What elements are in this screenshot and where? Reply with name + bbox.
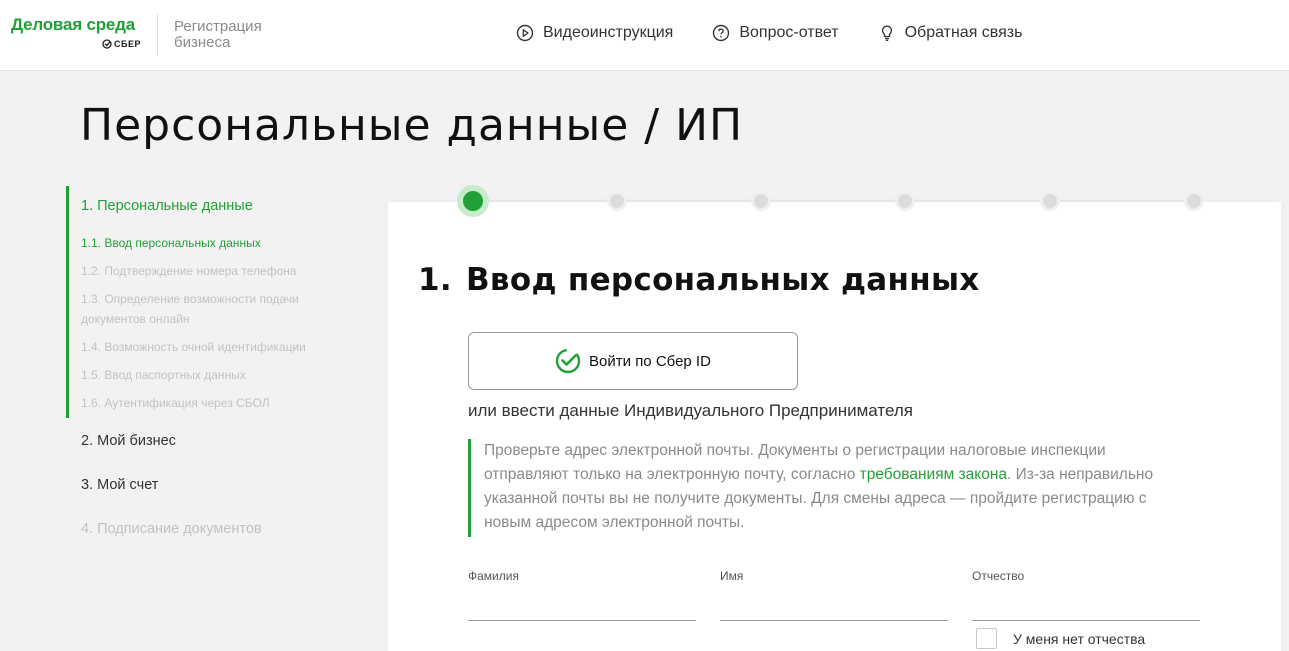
or-enter-data-text: или ввести данные Индивидуального Предпр… <box>468 401 913 420</box>
sber-logo-icon <box>555 348 581 374</box>
sidebar-item-my-account[interactable]: 3. Мой счет <box>81 477 158 493</box>
stepper-step-4 <box>895 191 915 211</box>
sidebar-group-personal: 1. Персональные данные 1.1. Ввод персона… <box>66 186 366 418</box>
logo-divider <box>157 14 158 56</box>
sidebar-sub-item: 1.4. Возможность очной идентификации <box>81 340 306 354</box>
sber-id-login-button[interactable]: Войти по Сбер ID <box>468 332 798 390</box>
sidebar-sub-item: 1.2. Подтверждение номера телефона <box>81 264 297 278</box>
nav-faq[interactable]: Вопрос-ответ <box>712 22 839 44</box>
stepper-step-1 <box>457 185 489 217</box>
play-circle-icon <box>516 24 534 42</box>
logo-subtitle: Регистрация бизнеса <box>174 18 262 51</box>
section-title-text: Ввод персональных данных <box>466 262 980 298</box>
section-title: 1. Ввод персональных данных <box>418 262 980 298</box>
sber-check-icon <box>102 39 112 49</box>
surname-field: Фамилия <box>468 569 696 621</box>
stepper-track <box>473 200 1195 202</box>
name-input[interactable] <box>720 599 948 621</box>
sidebar-item-personal-data[interactable]: 1. Персональные данные <box>81 198 253 214</box>
sidebar-sub-item: 1.6. Аутентификация через СБОЛ <box>81 396 270 410</box>
law-requirements-link[interactable]: требованиям закона <box>860 466 1007 483</box>
no-patronymic-row[interactable]: У меня нет отчества <box>976 628 1145 649</box>
stepper-step-2 <box>607 191 627 211</box>
logo-sber: СБЕР <box>102 39 141 49</box>
sber-id-button-label: Войти по Сбер ID <box>589 352 711 370</box>
sidebar-sub-item[interactable]: 1.1. Ввод персональных данных <box>81 233 331 253</box>
surname-label: Фамилия <box>468 569 519 583</box>
logo-sber-text: СБЕР <box>114 39 141 49</box>
sidebar: 1. Персональные данные 1.1. Ввод персона… <box>66 186 366 537</box>
nav-label: Вопрос-ответ <box>739 24 839 41</box>
nav-video-instruction[interactable]: Видеоинструкция <box>516 22 673 44</box>
lightbulb-icon <box>881 25 892 41</box>
stepper-step-3 <box>751 191 771 211</box>
name-label: Имя <box>720 569 744 583</box>
top-nav: Видеоинструкция Вопрос-ответ Обратная св… <box>516 22 1061 44</box>
surname-input[interactable] <box>468 599 696 621</box>
section-number: 1. <box>418 262 452 298</box>
logo[interactable]: Деловая среда СБЕР <box>11 15 141 55</box>
no-patronymic-checkbox[interactable] <box>976 628 997 649</box>
name-field: Имя <box>720 569 948 621</box>
page-title: Персональные данные / ИП <box>80 100 744 151</box>
stepper-step-6 <box>1184 191 1204 211</box>
sidebar-item-sign-documents: 4. Подписание документов <box>81 521 262 537</box>
header: Деловая среда СБЕР Регистрация бизнеса В… <box>0 0 1289 71</box>
nav-label: Видеоинструкция <box>543 24 674 41</box>
nav-feedback[interactable]: Обратная связь <box>878 22 1023 44</box>
no-patronymic-label: У меня нет отчества <box>1013 630 1146 647</box>
sidebar-sub-item: 1.3. Определение возможности подачи доку… <box>81 292 299 326</box>
sidebar-sub-item: 1.5. Ввод паспортных данных <box>81 368 246 382</box>
patronymic-field: Отчество <box>972 569 1200 621</box>
patronymic-input[interactable] <box>972 599 1200 621</box>
question-circle-icon <box>713 24 730 42</box>
email-notice: Проверьте адрес электронной почты. Докум… <box>468 439 1188 537</box>
stepper-step-5 <box>1040 191 1060 211</box>
sidebar-item-my-business[interactable]: 2. Мой бизнес <box>81 433 176 449</box>
nav-label: Обратная связь <box>904 24 1023 41</box>
patronymic-label: Отчество <box>972 569 1025 583</box>
logo-title: Деловая среда <box>11 15 135 34</box>
